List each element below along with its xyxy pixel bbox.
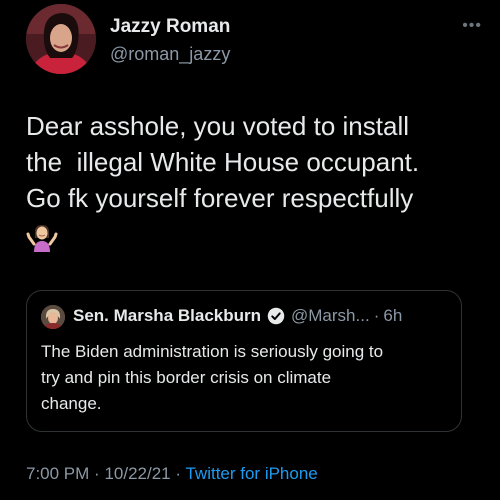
tweet-source-link[interactable]: Twitter for iPhone	[185, 464, 317, 483]
tweet-time[interactable]: 7:00 PM	[26, 464, 89, 483]
more-horizontal-icon[interactable]: •••	[462, 18, 482, 34]
separator-dot: ·	[94, 464, 100, 483]
quoted-header: Sen. Marsha Blackburn @Marsh... · 6h	[73, 306, 402, 326]
separator-dot: ·	[175, 464, 182, 483]
quoted-text-line: try and pin this border crisis on climat…	[41, 368, 332, 387]
quoted-text-line: The Biden administration is seriously go…	[41, 342, 384, 361]
tweet: Jazzy Roman @roman_jazzy ••• Dear asshol…	[0, 0, 500, 500]
tweet-text-line: Go fk yourself forever respectfully	[26, 183, 414, 213]
quoted-tweet[interactable]: Sen. Marsha Blackburn @Marsh... · 6h The…	[26, 290, 462, 432]
tweet-text: Dear asshole, you voted to install the i…	[26, 108, 486, 216]
quoted-text-line: change.	[41, 394, 102, 413]
tweet-meta: 7:00 PM · 10/22/21 · Twitter for iPhone	[26, 464, 318, 484]
quoted-time: 6h	[383, 306, 403, 325]
quoted-avatar[interactable]	[41, 305, 65, 329]
tweet-header: Jazzy Roman @roman_jazzy •••	[26, 4, 486, 76]
verified-badge-icon	[267, 307, 285, 325]
avatar[interactable]	[26, 4, 96, 74]
woman-shrugging-emoji-icon	[26, 222, 58, 254]
tweet-text-line: Dear asshole, you voted to install	[26, 111, 409, 141]
author-name[interactable]: Jazzy Roman	[110, 16, 230, 38]
separator-dot: ·	[373, 306, 380, 325]
quoted-text: The Biden administration is seriously go…	[41, 339, 451, 417]
author-handle[interactable]: @roman_jazzy	[110, 44, 230, 65]
tweet-text-line: the illegal White House occupant.	[26, 147, 420, 177]
tweet-date[interactable]: 10/22/21	[104, 464, 170, 483]
quoted-author-name[interactable]: Sen. Marsha Blackburn	[73, 306, 261, 326]
quoted-author-handle[interactable]: @Marsh...	[291, 306, 370, 326]
